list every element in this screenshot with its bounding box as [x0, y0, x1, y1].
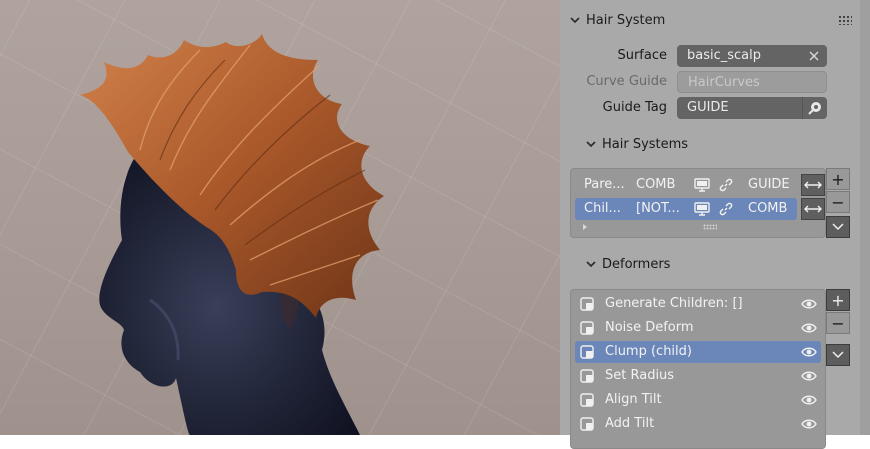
modifier-icon: [580, 393, 594, 407]
close-icon[interactable]: [807, 49, 821, 63]
deformer-label: Generate Children: []: [605, 296, 743, 311]
list-item[interactable]: Add Tilt: [575, 413, 821, 435]
add-hair-system-button[interactable]: +: [826, 168, 850, 190]
viewport-scene: [80, 34, 384, 435]
eyedropper-icon: [808, 102, 821, 115]
list-item[interactable]: Generate Children: []: [575, 293, 821, 315]
monitor-icon[interactable]: [694, 178, 710, 192]
guide-tag-label: Guide Tag: [602, 100, 667, 115]
properties-panel: Hair System Surface basic_scalp Curve Gu…: [560, 0, 860, 449]
modifier-icon: [580, 345, 594, 359]
hair-system-name: Chil...: [584, 201, 621, 216]
deformer-label: Align Tilt: [605, 392, 662, 407]
hair-systems-title: Hair Systems: [602, 136, 689, 152]
remove-deformer-button[interactable]: −: [826, 312, 850, 334]
eye-icon[interactable]: [801, 370, 817, 382]
list-item[interactable]: Pare... COMB GUIDE: [575, 174, 825, 196]
swap-arrows-icon: [804, 181, 822, 189]
list-item[interactable]: Noise Deform: [575, 317, 821, 339]
hair-systems-subpanel-header[interactable]: Hair Systems: [576, 131, 870, 157]
hair-system-title: Hair System: [586, 12, 666, 28]
link-icon[interactable]: [718, 177, 734, 193]
modifier-icon: [580, 297, 594, 311]
surface-value: basic_scalp: [687, 48, 762, 63]
curve-guide-label: Curve Guide: [586, 74, 667, 89]
chevron-down-icon: [832, 223, 844, 231]
chevron-down-icon: [586, 261, 596, 268]
panel-scrollbar[interactable]: [860, 0, 870, 435]
eye-icon[interactable]: [801, 322, 817, 334]
minus-icon: −: [831, 313, 845, 333]
add-deformer-button[interactable]: +: [826, 289, 850, 311]
hair-system-tag: GUIDE: [748, 177, 790, 192]
swap-button[interactable]: [801, 174, 825, 196]
curve-guide-field: HairCurves: [677, 71, 827, 93]
minus-icon: −: [831, 192, 845, 212]
modifier-icon: [580, 417, 594, 431]
list-item[interactable]: Set Radius: [575, 365, 821, 387]
deformers-title: Deformers: [602, 256, 671, 272]
hair-system-tag: COMB: [748, 201, 788, 216]
chevron-down-icon: [832, 351, 844, 359]
swap-arrows-icon: [804, 205, 822, 213]
modifier-icon: [580, 321, 594, 335]
surface-field[interactable]: basic_scalp: [677, 45, 827, 67]
eye-icon[interactable]: [801, 298, 817, 310]
hair-system-panel-header[interactable]: Hair System: [560, 7, 860, 33]
list-item[interactable]: Align Tilt: [575, 389, 821, 411]
3d-viewport[interactable]: [0, 0, 560, 435]
chevron-down-icon: [570, 17, 580, 24]
swap-button[interactable]: [801, 198, 825, 220]
eye-icon[interactable]: [801, 418, 817, 430]
eyedropper-button[interactable]: [802, 97, 827, 119]
eye-icon[interactable]: [801, 346, 817, 358]
deformer-label: Set Radius: [605, 368, 675, 383]
deformers-subpanel-header[interactable]: Deformers: [576, 251, 870, 277]
guide-tag-field[interactable]: GUIDE: [677, 97, 827, 119]
plus-icon: +: [831, 290, 845, 310]
grip-icon[interactable]: [838, 15, 852, 25]
deformer-label: Clump (child): [605, 344, 692, 359]
deformers-list: Generate Children: [] Noise Deform Clump…: [570, 289, 826, 449]
deformers-menu-button[interactable]: [826, 344, 850, 366]
deformer-label: Add Tilt: [605, 416, 655, 431]
guide-tag-row: Guide Tag GUIDE: [560, 96, 860, 120]
surface-row: Surface basic_scalp: [560, 44, 860, 68]
chevron-down-icon: [586, 141, 596, 148]
curve-guide-row: Curve Guide HairCurves: [560, 70, 860, 94]
remove-hair-system-button[interactable]: −: [826, 191, 850, 213]
curve-guide-value: HairCurves: [688, 75, 760, 90]
hair-systems-menu-button[interactable]: [826, 216, 850, 238]
eye-icon[interactable]: [801, 394, 817, 406]
list-item[interactable]: Chil... [NOT... COMB: [575, 198, 797, 220]
list-item[interactable]: Clump (child): [575, 341, 821, 363]
resize-grip-icon[interactable]: [703, 224, 717, 230]
monitor-icon[interactable]: [694, 202, 710, 216]
hair-systems-list: Pare... COMB GUIDE Chil... [NOT... COMB: [570, 168, 826, 238]
modifier-icon: [580, 369, 594, 383]
deformer-label: Noise Deform: [605, 320, 694, 335]
hair-system-name: Pare...: [584, 177, 625, 192]
hair-system-mode: COMB: [636, 177, 676, 192]
expand-arrow-icon[interactable]: [581, 223, 589, 231]
link-icon[interactable]: [718, 201, 734, 217]
hair-system-mode: [NOT...: [636, 201, 680, 216]
plus-icon: +: [831, 169, 845, 189]
guide-tag-value: GUIDE: [687, 100, 729, 115]
surface-label: Surface: [617, 48, 667, 63]
